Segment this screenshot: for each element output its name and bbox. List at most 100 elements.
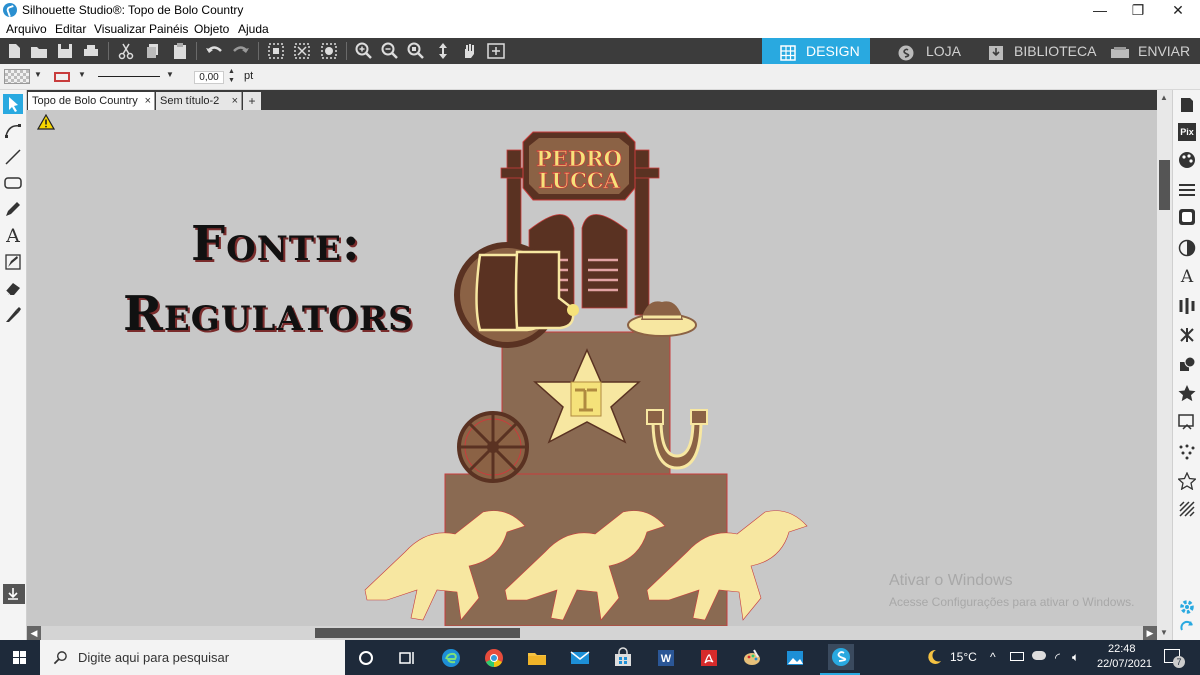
replicate-panel-icon[interactable]: [1178, 384, 1196, 402]
menu-objeto[interactable]: Objeto: [194, 22, 229, 36]
line-tool-icon[interactable]: [3, 147, 23, 167]
add-tab-button[interactable]: +: [243, 92, 261, 110]
redo-icon[interactable]: [231, 41, 251, 61]
open-folder-icon[interactable]: [29, 41, 49, 61]
close-tab-icon[interactable]: ×: [232, 92, 238, 110]
tray-cloud-icon[interactable]: [1032, 651, 1046, 660]
text-tool-icon[interactable]: A: [3, 226, 23, 246]
transparency-icon[interactable]: [1178, 239, 1196, 257]
scroll-left-arrow-icon[interactable]: ◀: [27, 626, 41, 640]
design-canvas[interactable]: Fonte: Regulators PEDRO LUCCA Ativar o W…: [27, 110, 1157, 626]
menu-ajuda[interactable]: Ajuda: [238, 22, 269, 36]
zoom-out-icon[interactable]: [380, 41, 400, 61]
clock-time[interactable]: 22:48: [1108, 643, 1136, 655]
scroll-down-arrow-icon[interactable]: ▼: [1160, 628, 1168, 637]
paint-icon[interactable]: [741, 647, 763, 669]
line-style-dropdown-icon[interactable]: ▼: [166, 70, 174, 79]
pencil-tool-icon[interactable]: [3, 199, 23, 219]
menu-paineis[interactable]: Painéis: [149, 22, 188, 36]
clock-date[interactable]: 22/07/2021: [1097, 658, 1152, 670]
line-color-swatch[interactable]: [54, 72, 70, 82]
task-view-icon[interactable]: [396, 647, 418, 669]
select-all-icon[interactable]: [266, 41, 286, 61]
fill-panel-icon[interactable]: [1178, 151, 1196, 169]
tab-design[interactable]: DESIGN: [762, 38, 870, 64]
move-pan-icon[interactable]: [433, 41, 453, 61]
image-effects-icon[interactable]: [1178, 208, 1196, 226]
horizontal-scroll-thumb[interactable]: [315, 628, 520, 638]
hand-icon[interactable]: [459, 41, 479, 61]
pixscan-icon[interactable]: Pix: [1178, 123, 1196, 141]
line-style-panel-icon[interactable]: [1178, 180, 1196, 198]
tab-enviar[interactable]: ENVIAR: [1092, 38, 1200, 64]
menu-visualizar[interactable]: Visualizar: [94, 22, 146, 36]
rhinestone-panel-icon[interactable]: [1178, 443, 1196, 461]
horizontal-scrollbar[interactable]: ◀ ▶: [27, 626, 1157, 640]
menu-arquivo[interactable]: Arquivo: [6, 22, 47, 36]
fill-dropdown-icon[interactable]: ▼: [34, 70, 42, 79]
save-icon[interactable]: [55, 41, 75, 61]
cortana-icon[interactable]: [355, 647, 377, 669]
eraser-tool-icon[interactable]: [3, 278, 23, 298]
point-edit-tool-icon[interactable]: [3, 120, 23, 140]
select-tool-icon[interactable]: [3, 94, 23, 114]
tab-biblioteca[interactable]: BIBLIOTECA: [970, 38, 1100, 64]
edge-browser-icon[interactable]: [440, 647, 462, 669]
select-by-color-icon[interactable]: [319, 41, 339, 61]
print-icon[interactable]: [81, 41, 101, 61]
text-style-panel-icon[interactable]: A: [1178, 268, 1196, 286]
trace-panel-icon[interactable]: [1178, 413, 1196, 431]
cake-topper-design[interactable]: PEDRO LUCCA: [357, 120, 817, 626]
library-panel-toggle-icon[interactable]: [3, 584, 25, 604]
align-panel-icon[interactable]: [1178, 297, 1196, 315]
shape-tool-icon[interactable]: [3, 173, 23, 193]
tray-wifi-icon[interactable]: ◜: [1055, 650, 1060, 666]
chrome-browser-icon[interactable]: [483, 647, 505, 669]
offset-panel-icon[interactable]: [1178, 500, 1196, 518]
close-tab-icon[interactable]: ×: [145, 92, 151, 110]
line-style-preview[interactable]: [98, 76, 160, 77]
warning-icon[interactable]: [36, 113, 56, 135]
paste-icon[interactable]: [170, 41, 190, 61]
windows-start-button[interactable]: [0, 640, 40, 675]
fill-pattern-swatch[interactable]: [4, 69, 30, 84]
weather-moon-icon[interactable]: [924, 648, 942, 671]
modify-panel-icon[interactable]: [1178, 356, 1196, 374]
doc-tab-sem-titulo-2[interactable]: Sem título-2 ×: [156, 92, 242, 110]
cut-icon[interactable]: [116, 41, 136, 61]
weather-temperature[interactable]: 15°C: [950, 650, 977, 664]
deselect-icon[interactable]: [292, 41, 312, 61]
scroll-up-arrow-icon[interactable]: ▲: [1160, 93, 1168, 102]
draw-tool-icon[interactable]: [3, 252, 23, 272]
file-explorer-icon[interactable]: [526, 647, 548, 669]
photos-icon[interactable]: [784, 647, 806, 669]
word-icon[interactable]: W: [655, 647, 677, 669]
silhouette-taskbar-icon[interactable]: [828, 644, 854, 670]
doc-tab-topo-de-bolo-country[interactable]: Topo de Bolo Country ×: [28, 92, 155, 110]
tray-chevron-up-icon[interactable]: ^: [990, 650, 996, 664]
line-width-stepper[interactable]: ▲ ▼: [228, 67, 235, 85]
new-document-icon[interactable]: [4, 41, 24, 61]
font-heading-line1[interactable]: Fonte:: [191, 216, 361, 272]
knife-tool-icon[interactable]: [3, 304, 23, 324]
vertical-scroll-thumb[interactable]: [1159, 160, 1170, 210]
taskbar-search-box[interactable]: Digite aqui para pesquisar: [40, 640, 345, 675]
transform-panel-icon[interactable]: [1178, 326, 1196, 344]
copy-icon[interactable]: [143, 41, 163, 61]
page-setup-icon[interactable]: [1178, 96, 1196, 114]
menu-editar[interactable]: Editar: [55, 22, 86, 36]
sketch-panel-icon[interactable]: [1176, 471, 1198, 491]
close-button[interactable]: ✕: [1156, 0, 1200, 20]
tab-loja[interactable]: LOJA: [880, 38, 975, 64]
undo-icon[interactable]: [204, 41, 224, 61]
add-page-icon[interactable]: [486, 41, 506, 61]
line-color-dropdown-icon[interactable]: ▼: [78, 70, 86, 79]
vertical-scrollbar[interactable]: ▲ ▼: [1157, 90, 1172, 640]
scroll-right-arrow-icon[interactable]: ▶: [1143, 626, 1157, 640]
zoom-in-icon[interactable]: [354, 41, 374, 61]
tray-battery-icon[interactable]: [1010, 652, 1024, 661]
maximize-button[interactable]: ❐: [1116, 0, 1160, 20]
tray-speaker-icon[interactable]: 🔈︎: [1072, 650, 1079, 665]
refresh-icon[interactable]: [1178, 618, 1196, 636]
settings-gear-icon[interactable]: [1178, 598, 1196, 616]
